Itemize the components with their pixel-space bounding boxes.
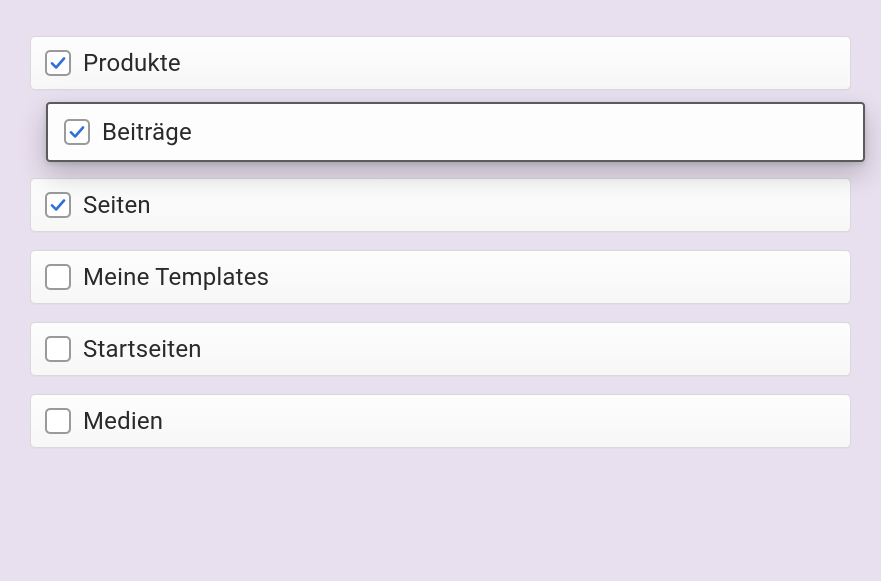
checkbox-startseiten[interactable] [45,336,71,362]
option-list: Produkte Beiträge Seiten Meine Templates… [30,36,851,448]
option-item-meine-templates[interactable]: Meine Templates [30,250,851,304]
option-label-produkte: Produkte [83,49,181,77]
option-item-startseiten[interactable]: Startseiten [30,322,851,376]
check-icon [68,123,86,141]
option-item-medien[interactable]: Medien [30,394,851,448]
option-label-seiten: Seiten [83,191,151,219]
option-item-seiten[interactable]: Seiten [30,178,851,232]
option-label-medien: Medien [83,407,163,435]
option-label-beitraege: Beiträge [102,118,192,146]
checkbox-beitraege[interactable] [64,119,90,145]
option-label-startseiten: Startseiten [83,335,202,363]
option-item-beitraege[interactable]: Beiträge [46,102,865,162]
checkbox-produkte[interactable] [45,50,71,76]
check-icon [49,54,67,72]
option-item-produkte[interactable]: Produkte [30,36,851,90]
checkbox-meine-templates[interactable] [45,264,71,290]
option-label-meine-templates: Meine Templates [83,263,269,291]
checkbox-seiten[interactable] [45,192,71,218]
checkbox-medien[interactable] [45,408,71,434]
check-icon [49,196,67,214]
